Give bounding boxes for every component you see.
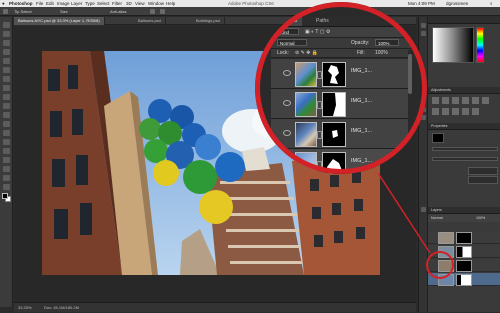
menu-layer[interactable]: Layer <box>71 0 82 7</box>
brush-tool-icon[interactable] <box>3 85 10 91</box>
marquee-tool-icon[interactable] <box>3 31 10 37</box>
menubar-user[interactable]: dgrossmen <box>446 0 468 7</box>
adjustments-grid <box>432 97 496 119</box>
tool-preset-icon[interactable] <box>3 9 8 14</box>
path-select-tool-icon[interactable] <box>3 166 10 172</box>
adjustments-title[interactable]: Adjustments <box>431 87 451 93</box>
properties-title[interactable]: Properties <box>431 123 447 129</box>
quick-select-tool-icon[interactable] <box>3 49 10 55</box>
eraser-tool-icon[interactable] <box>3 112 10 118</box>
menu-view[interactable]: View <box>135 0 145 7</box>
option-toggle-icon[interactable] <box>150 9 155 14</box>
menu-window[interactable]: Window <box>148 0 164 7</box>
tools-panel <box>0 17 13 307</box>
eyedropper-tool-icon[interactable] <box>3 67 10 73</box>
menu-file[interactable]: File <box>36 0 43 7</box>
option-toggle-icon[interactable] <box>160 9 165 14</box>
clone-stamp-tool-icon[interactable] <box>3 94 10 100</box>
lasso-tool-icon[interactable] <box>3 40 10 46</box>
menu-edit[interactable]: Edit <box>46 0 54 7</box>
pen-tool-icon[interactable] <box>3 148 10 154</box>
density-slider[interactable] <box>432 147 498 151</box>
foreground-color-swatch[interactable] <box>2 193 8 199</box>
options-item-size[interactable]: Size <box>60 7 68 16</box>
gradient-tool-icon[interactable] <box>3 121 10 127</box>
mask-preview <box>432 133 444 143</box>
adjustments-panel-header: Adjustments <box>428 87 500 94</box>
layer-mask-thumbnail[interactable] <box>456 274 472 286</box>
adjustment-icons <box>432 97 489 115</box>
tab-document[interactable]: Balloons-NYC.psd @ 33.3% (Layer 1, RGB/8… <box>14 17 105 25</box>
move-tool-icon[interactable] <box>3 22 10 28</box>
menu-app[interactable]: Photoshop <box>9 0 33 7</box>
color-field[interactable] <box>432 27 474 63</box>
crop-tool-icon[interactable] <box>3 58 10 64</box>
layer-mask-thumbnail[interactable] <box>456 246 472 258</box>
type-tool-icon[interactable] <box>3 157 10 163</box>
color-range-button[interactable] <box>468 176 498 184</box>
shape-tool-icon[interactable] <box>3 175 10 181</box>
status-bar: 33.33% Doc: 45.1M/180.2M <box>14 302 416 312</box>
properties-panel-header: Properties <box>428 123 500 130</box>
tab-document[interactable]: Buildings.psd <box>192 17 225 25</box>
hue-slider[interactable] <box>476 27 484 63</box>
tab-document[interactable]: Balloons.psd <box>134 17 166 25</box>
callout-highlight-circle <box>426 251 454 279</box>
healing-tool-icon[interactable] <box>3 76 10 82</box>
apple-icon[interactable]: ● <box>2 0 5 7</box>
layer-mask-thumbnail[interactable] <box>456 260 472 272</box>
menu-image[interactable]: Image <box>57 0 70 7</box>
hand-tool-icon[interactable] <box>3 184 10 190</box>
layer-mask-thumbnail[interactable] <box>456 232 472 244</box>
feather-slider[interactable] <box>432 157 498 161</box>
options-item-tip[interactable]: Tip Select <box>14 7 32 16</box>
menu-help[interactable]: Help <box>166 0 175 7</box>
menu-select[interactable]: Select <box>97 0 110 7</box>
options-item-antialias[interactable]: Anti-alias <box>110 7 126 16</box>
menu-3d[interactable]: 3D <box>126 0 132 7</box>
layers-mini-opacity[interactable]: 100% <box>476 214 485 222</box>
menu-type[interactable]: Type <box>85 0 95 7</box>
mask-edge-button[interactable] <box>468 167 498 175</box>
spotlight-icon[interactable]: ⌕ <box>490 0 493 7</box>
history-brush-tool-icon[interactable] <box>3 103 10 109</box>
magnifier-ring <box>255 2 427 174</box>
blur-tool-icon[interactable] <box>3 130 10 136</box>
color-panel-header <box>428 17 500 24</box>
visibility-eye-icon[interactable] <box>283 160 291 166</box>
dodge-tool-icon[interactable] <box>3 139 10 145</box>
menu-filter[interactable]: Filter <box>112 0 122 7</box>
